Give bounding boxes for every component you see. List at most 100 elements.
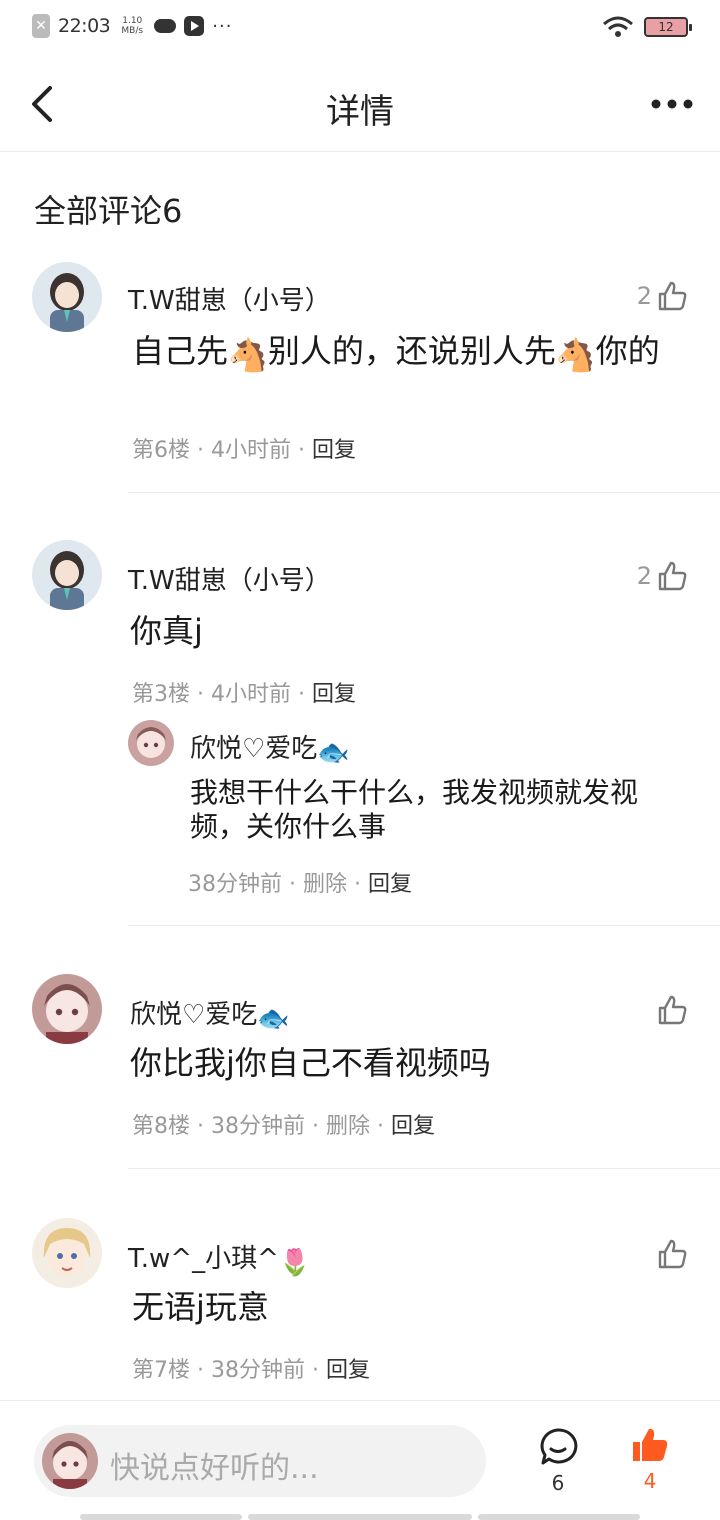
my-avatar: [42, 1433, 98, 1489]
status-time: 22:03: [58, 15, 111, 37]
video-app-icon: [184, 16, 205, 36]
commenter-name[interactable]: T.W甜崽（小号）: [128, 280, 331, 317]
meta-separator: ·: [190, 682, 211, 707]
cloud-icon: [154, 19, 177, 33]
horse-emoji: 🐴: [228, 336, 268, 374]
reply-button[interactable]: 回复: [391, 1114, 435, 1139]
comment-text: 自己先🐴别人的，还说别人先🐴你的: [132, 332, 692, 374]
reply-meta: 38分钟前 · 删除 · 回复: [188, 866, 412, 898]
comment-count: 6: [551, 1471, 565, 1495]
input-placeholder: 快说点好听的...: [110, 1451, 319, 1486]
avatar-girl-image: [32, 262, 102, 332]
meta-separator: ·: [290, 682, 312, 707]
comment-text-part: 自己先: [132, 332, 229, 370]
commenter-name[interactable]: 欣悦♡爱吃🐟: [130, 994, 290, 1034]
bottom-comment-bar: 快说点好听的... 6 4: [0, 1400, 720, 1520]
floor-number: 第8楼: [132, 1114, 190, 1139]
avatar-girl-image: [32, 974, 102, 1044]
battery-icon: 12: [644, 17, 692, 37]
reply-author-name[interactable]: 欣悦♡爱吃🐟: [190, 728, 350, 768]
fish-emoji: 🐟: [257, 1004, 290, 1034]
comment-meta: 第8楼 · 38分钟前 · 删除 · 回复: [132, 1108, 435, 1140]
like-control[interactable]: [656, 994, 688, 1026]
notification-close-icon: ✕: [32, 14, 50, 38]
meta-separator: ·: [304, 1114, 326, 1139]
more-options-icon[interactable]: [650, 90, 694, 118]
like-control[interactable]: 2: [637, 280, 688, 312]
divider: [128, 925, 720, 926]
comments-section-title: 全部评论6: [34, 192, 183, 230]
thumbs-up-icon[interactable]: [656, 280, 688, 312]
horse-emoji: 🐴: [555, 336, 596, 374]
avatar[interactable]: [32, 262, 102, 332]
comment-meta: 第6楼 · 4小时前 · 回复: [132, 432, 356, 464]
avatar[interactable]: [32, 540, 102, 610]
divider: [128, 1168, 720, 1169]
comment-text-part: 你的: [595, 332, 660, 370]
comment-time: 38分钟前: [210, 1114, 305, 1139]
top-nav-bar: 详情: [0, 56, 720, 152]
comment-text: 无语j玩意: [132, 1288, 269, 1326]
avatar-girl-image: [128, 720, 174, 766]
delete-button[interactable]: 删除: [303, 872, 347, 897]
meta-separator: ·: [290, 438, 312, 463]
reply-text: 我想干什么干什么，我发视频就发视频，关你什么事: [190, 776, 639, 843]
meta-separator: ·: [190, 438, 211, 463]
reply-button[interactable]: 回复: [368, 872, 412, 897]
comment-bubble-icon: [540, 1428, 578, 1465]
reply-author-text: 欣悦♡爱吃: [190, 734, 318, 764]
thumbs-up-icon[interactable]: [656, 1238, 688, 1270]
gesture-bar: [248, 1514, 472, 1520]
commenter-name[interactable]: T.w^_小琪^🌷: [128, 1238, 311, 1278]
reply-button[interactable]: 回复: [312, 438, 356, 463]
comment-time: 4小时前: [210, 438, 291, 463]
status-right: 12: [602, 16, 692, 38]
comment-meta: 第7楼 · 38分钟前 · 回复: [132, 1352, 370, 1384]
gesture-bar: [80, 1514, 242, 1520]
thumbs-up-filled-icon: [633, 1428, 668, 1461]
reply-time: 38分钟前: [188, 872, 282, 897]
delete-button[interactable]: 删除: [326, 1114, 370, 1139]
like-count: 4: [643, 1469, 657, 1493]
comment-meta: 第3楼 · 4小时前 · 回复: [132, 676, 356, 708]
like-control[interactable]: 2: [637, 560, 688, 592]
page-title: 详情: [326, 92, 394, 132]
divider: [128, 492, 720, 493]
comment-text-part: 别人的，还说别人先: [267, 332, 556, 370]
thumbs-up-icon[interactable]: [656, 994, 688, 1026]
meta-separator: ·: [190, 1358, 211, 1383]
more-notifications-icon: ···: [212, 15, 233, 37]
like-count: 2: [636, 562, 652, 590]
comments-button[interactable]: 6: [536, 1427, 580, 1495]
reply-button[interactable]: 回复: [312, 682, 356, 707]
like-count: 2: [636, 282, 652, 310]
network-speed: 1.10 MB/s: [121, 16, 144, 36]
status-bar: ✕ 22:03 1.10 MB/s ··· 12: [0, 0, 720, 56]
commenter-name[interactable]: T.W甜崽（小号）: [128, 560, 331, 597]
avatar-girl-image: [42, 1433, 98, 1489]
like-button[interactable]: 4: [628, 1425, 672, 1493]
gesture-bar: [478, 1514, 640, 1520]
comment-time: 38分钟前: [210, 1358, 305, 1383]
avatar[interactable]: [32, 974, 102, 1044]
meta-separator: ·: [282, 872, 303, 897]
commenter-name-text: 欣悦♡爱吃: [130, 1000, 258, 1030]
commenter-name-text: T.w^_小琪^: [128, 1244, 279, 1274]
meta-separator: ·: [304, 1358, 326, 1383]
thumbs-up-icon[interactable]: [656, 560, 688, 592]
floor-number: 第3楼: [132, 682, 190, 707]
comment-text: 你真j: [130, 612, 203, 650]
like-control[interactable]: [656, 1238, 688, 1270]
comment-time: 4小时前: [210, 682, 291, 707]
wifi-icon: [603, 16, 633, 37]
fish-emoji: 🐟: [317, 738, 350, 768]
avatar-girl-image: [32, 540, 102, 610]
status-left: ✕ 22:03 1.10 MB/s ···: [32, 14, 232, 38]
avatar[interactable]: [32, 1218, 102, 1288]
comment-input[interactable]: 快说点好听的...: [34, 1425, 486, 1497]
floor-number: 第7楼: [132, 1358, 190, 1383]
avatar[interactable]: [128, 720, 174, 766]
reply-button[interactable]: 回复: [326, 1358, 370, 1383]
meta-separator: ·: [190, 1114, 211, 1139]
tulip-emoji: 🌷: [278, 1248, 312, 1278]
